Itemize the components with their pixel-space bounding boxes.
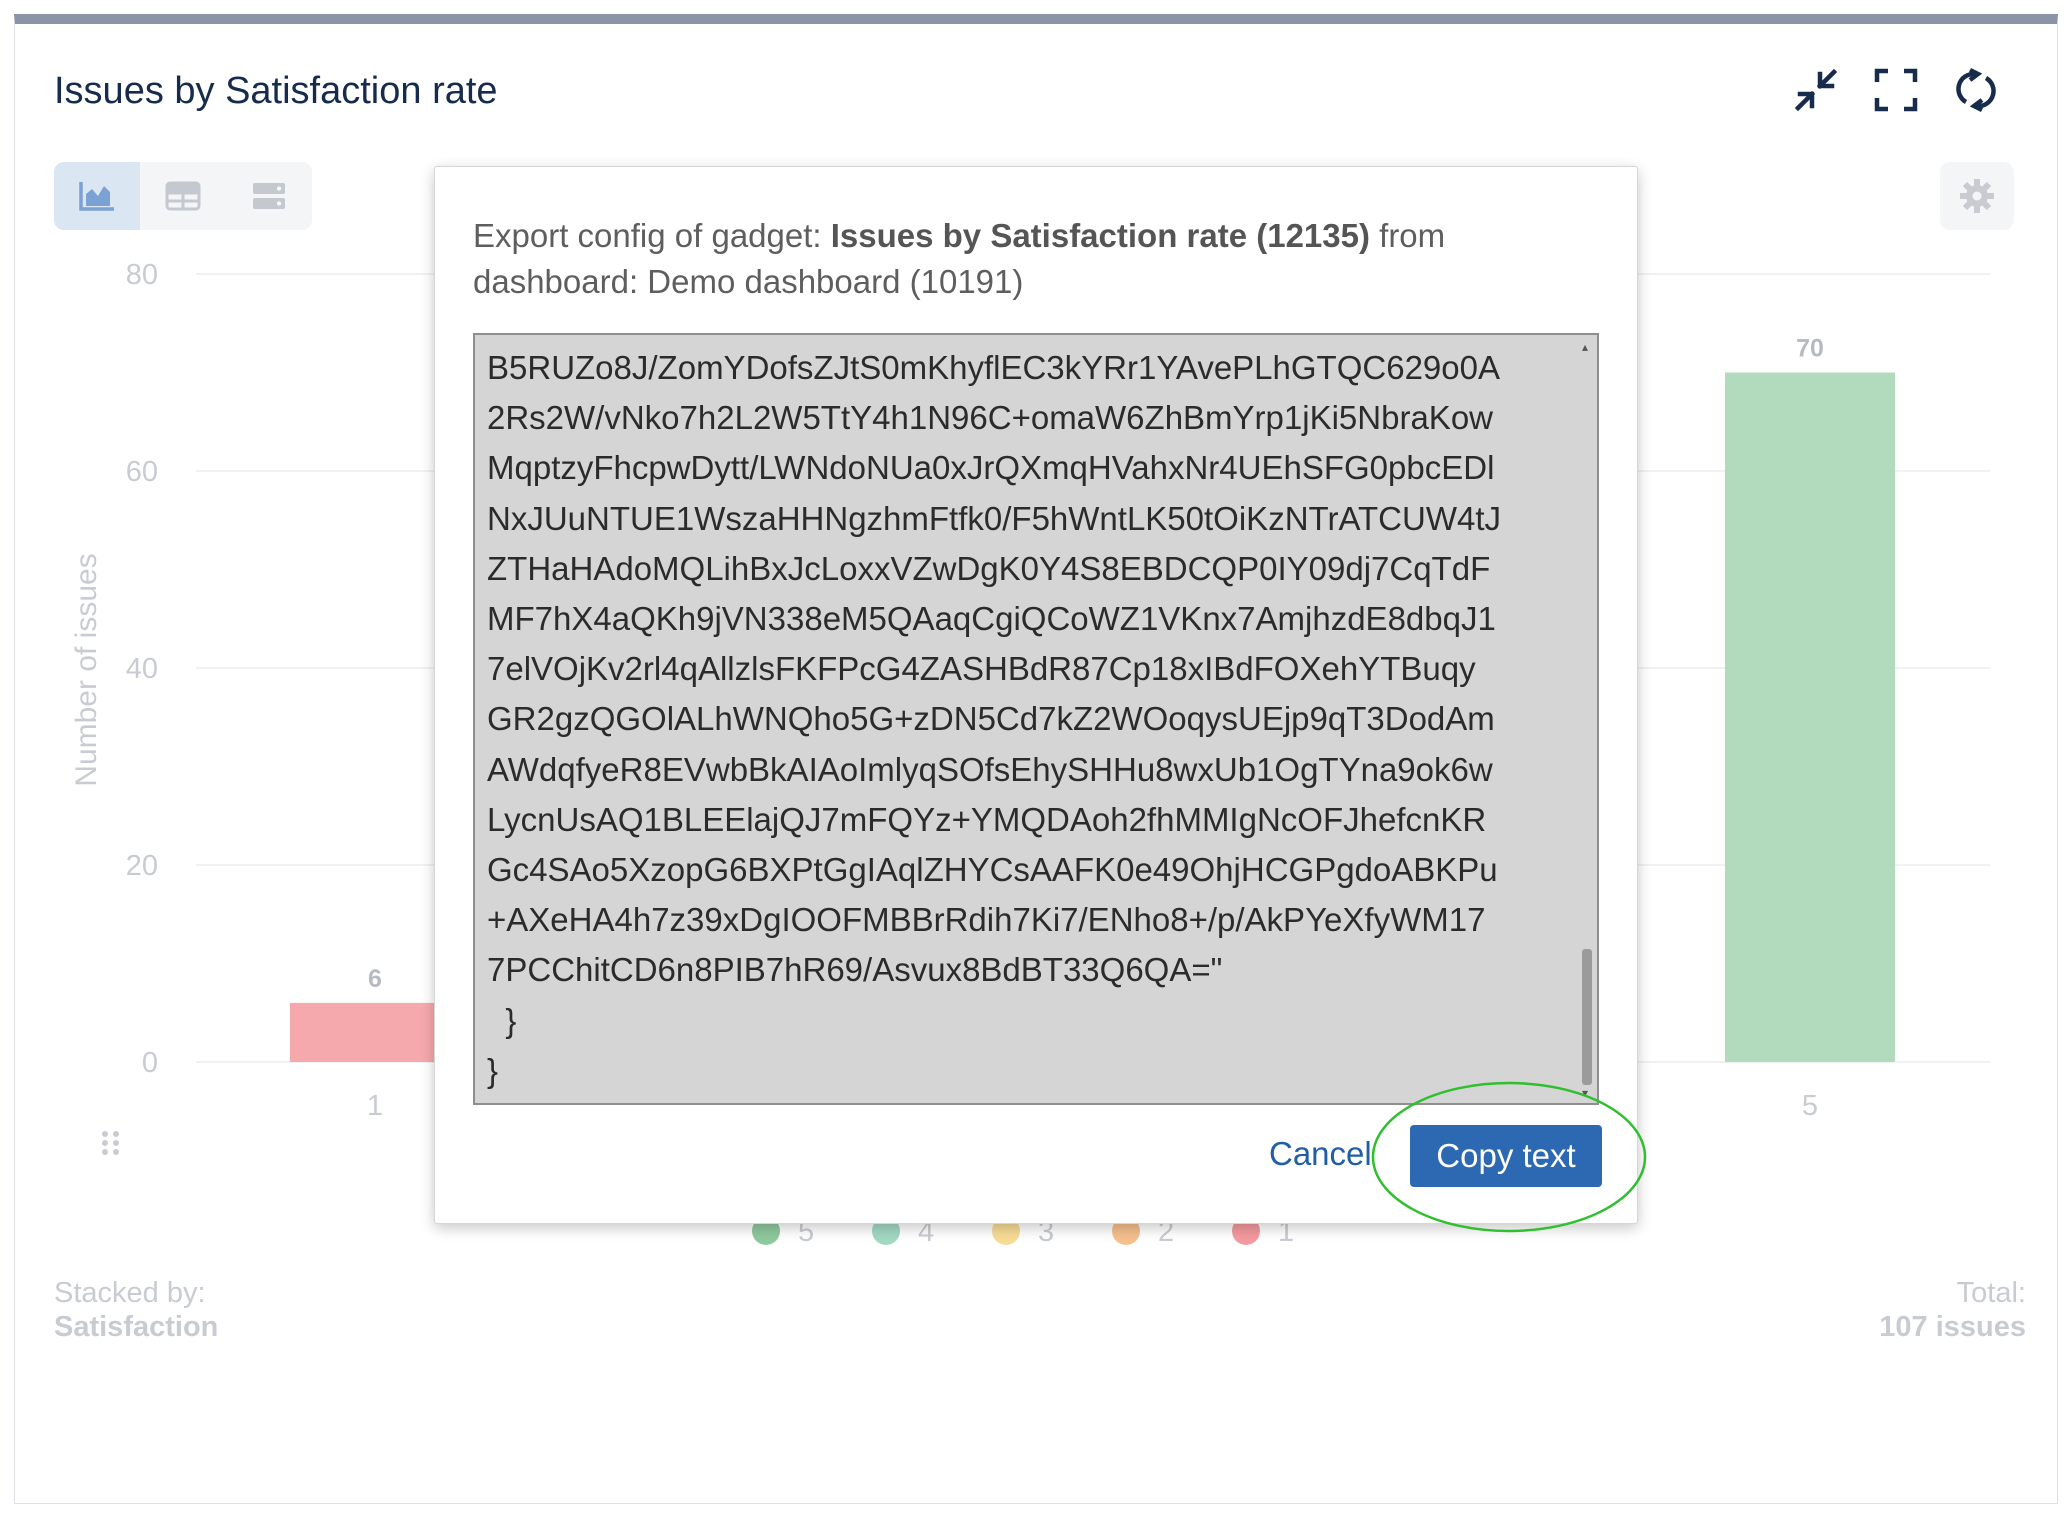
dialog-heading: Export config of gadget: Issues by Satis… <box>473 213 1583 305</box>
drag-handle-icon[interactable] <box>100 1130 122 1156</box>
heading-prefix: Export config of gadget: <box>473 217 831 254</box>
bar-5[interactable] <box>1725 372 1895 1063</box>
textarea-scrollbar[interactable]: ▴ ▾ <box>1579 337 1595 1101</box>
scroll-down-arrow-icon[interactable]: ▾ <box>1582 1087 1588 1099</box>
x-tick-label: 5 <box>1802 1090 1818 1122</box>
stacked-by-value: Satisfaction <box>54 1311 219 1343</box>
stacked-by-label: Stacked by: <box>54 1277 206 1309</box>
total: Total: 107 issues <box>1879 1276 2026 1344</box>
y-tick-label: 0 <box>142 1047 158 1079</box>
y-tick-label: 80 <box>126 259 158 291</box>
y-tick-label: 60 <box>126 456 158 488</box>
scroll-up-arrow-icon[interactable]: ▴ <box>1582 341 1588 353</box>
cancel-button[interactable]: Cancel <box>1269 1135 1372 1173</box>
stacked-by: Stacked by: Satisfaction <box>54 1276 218 1344</box>
x-tick-label: 1 <box>367 1090 383 1122</box>
config-text: B5RUZo8J/ZomYDofsZJtS0mKhyflEC3kYRr1YAve… <box>487 349 1501 1089</box>
scrollbar-thumb[interactable] <box>1582 949 1592 1085</box>
total-label: Total: <box>1956 1277 2026 1309</box>
bar-value-label: 70 <box>1796 335 1824 363</box>
bar-value-label: 6 <box>368 965 382 993</box>
export-config-dialog: Export config of gadget: Issues by Satis… <box>434 166 1638 1224</box>
y-tick-label: 20 <box>126 850 158 882</box>
config-textarea[interactable]: B5RUZo8J/ZomYDofsZJtS0mKhyflEC3kYRr1YAve… <box>473 333 1599 1105</box>
y-axis-label: Number of issues <box>70 553 103 786</box>
copy-text-button[interactable]: Copy text <box>1410 1125 1602 1187</box>
total-value: 107 issues <box>1879 1311 2026 1343</box>
heading-gadget-name: Issues by Satisfaction rate (12135) <box>830 217 1370 254</box>
y-tick-label: 40 <box>126 653 158 685</box>
